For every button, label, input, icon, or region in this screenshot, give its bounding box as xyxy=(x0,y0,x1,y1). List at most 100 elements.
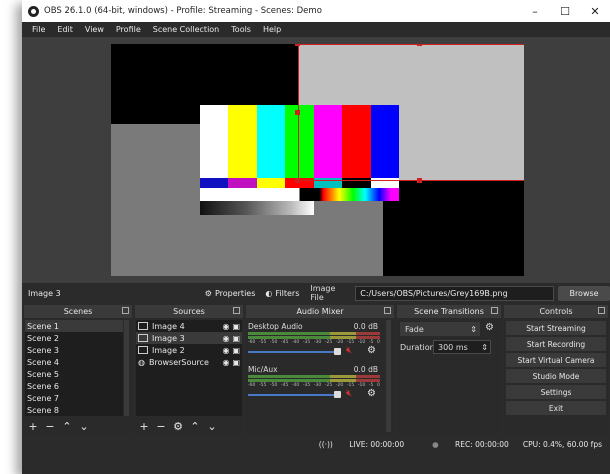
settings-button[interactable]: Settings xyxy=(506,385,606,399)
remove-icon[interactable]: − xyxy=(43,420,57,433)
eye-icon[interactable]: ◉ xyxy=(222,334,229,343)
start-recording-button[interactable]: Start Recording xyxy=(506,337,606,351)
menu-scene-collection[interactable]: Scene Collection xyxy=(147,25,226,34)
resize-handle-bl[interactable] xyxy=(295,178,300,183)
list-item[interactable]: Scene 1 xyxy=(25,320,123,332)
menu-tools[interactable]: Tools xyxy=(225,25,257,34)
transitions-header: Scene Transitions xyxy=(397,305,501,318)
eye-icon[interactable]: ◉ xyxy=(222,358,229,367)
mixer-title: Audio Mixer xyxy=(296,307,344,316)
obs-window: OBS 26.1.0 (64-bit, windows) - Profile: … xyxy=(22,0,610,474)
volume-slider-handle[interactable] xyxy=(334,391,341,398)
properties-label: Properties xyxy=(214,288,256,298)
mixer-scrollbar[interactable] xyxy=(386,320,391,432)
list-item[interactable]: Scene 7 xyxy=(25,392,123,404)
list-item[interactable]: Scene 8 xyxy=(25,404,123,416)
eye-icon[interactable]: ◉ xyxy=(222,322,229,331)
list-item[interactable]: ◍ BrowserSource ◉ ▣ xyxy=(136,356,242,368)
add-icon[interactable]: + xyxy=(137,420,151,433)
float-icon[interactable] xyxy=(491,307,498,314)
move-down-icon[interactable]: ⌄ xyxy=(77,420,91,433)
list-item[interactable]: Image 3 ◉ ▣ xyxy=(136,332,242,344)
channel-mic-aux: Mic/Aux 0.0 dB -60 -55 -50 -45 -40 -35 -30 -25-… xyxy=(246,363,384,413)
menu-bar: File Edit View Profile Scene Collection … xyxy=(22,22,610,37)
studio-mode-button[interactable]: Studio Mode xyxy=(506,369,606,383)
menu-help[interactable]: Help xyxy=(257,25,287,34)
filters-button[interactable]: ◐ Filters xyxy=(260,286,304,301)
channel-name: Desktop Audio xyxy=(248,322,303,331)
exit-button[interactable]: Exit xyxy=(506,401,606,415)
list-item[interactable]: Scene 5 xyxy=(25,368,123,380)
lock-icon[interactable]: ▣ xyxy=(232,334,240,343)
preview-canvas[interactable] xyxy=(111,44,524,276)
resize-handle-l[interactable] xyxy=(295,110,300,115)
gear-icon[interactable]: ⚙ xyxy=(485,322,494,333)
remove-icon[interactable]: − xyxy=(154,420,168,433)
eye-icon[interactable]: ◉ xyxy=(222,346,229,355)
channel-name: Mic/Aux xyxy=(248,365,278,374)
menu-file[interactable]: File xyxy=(26,25,51,34)
resize-handle-tl[interactable] xyxy=(295,44,300,46)
lock-icon[interactable]: ▣ xyxy=(232,322,240,331)
lock-icon[interactable]: ▣ xyxy=(232,346,240,355)
gear-icon[interactable]: ⚙ xyxy=(367,388,376,399)
menu-edit[interactable]: Edit xyxy=(51,25,79,34)
sources-header: Sources xyxy=(135,305,243,318)
properties-button[interactable]: ⚙ Properties xyxy=(200,286,261,301)
start-streaming-button[interactable]: Start Streaming xyxy=(506,321,606,335)
globe-icon: ◍ xyxy=(138,357,145,367)
window-title: OBS 26.1.0 (64-bit, windows) - Profile: … xyxy=(44,6,322,16)
speaker-muted-icon[interactable]: 🔇︎ xyxy=(346,345,352,356)
float-icon[interactable] xyxy=(598,307,605,314)
transitions-title: Scene Transitions xyxy=(414,307,484,316)
selection-box[interactable] xyxy=(298,44,524,181)
move-up-icon[interactable]: ⌃ xyxy=(60,420,74,433)
move-up-icon[interactable]: ⌃ xyxy=(188,420,202,433)
spin-icon: ⇕ xyxy=(470,324,477,334)
list-item[interactable]: Image 4 ◉ ▣ xyxy=(136,320,242,332)
preview-area[interactable] xyxy=(22,37,610,283)
list-item[interactable]: Scene 2 xyxy=(25,332,123,344)
title-bar: OBS 26.1.0 (64-bit, windows) - Profile: … xyxy=(22,0,610,22)
minimize-button[interactable]: – xyxy=(520,0,550,22)
spin-icon[interactable]: ⇕ xyxy=(481,343,488,352)
sources-list: Image 4 ◉ ▣ Image 3 ◉ ▣ Image 2 ◉ ▣ ◍ BrowserSo… xyxy=(136,320,242,416)
source-toolbar: Image 3 ⚙ Properties ◐ Filters Image File … xyxy=(22,284,610,302)
live-indicator: ((·)) LIVE: 00:00:00 xyxy=(305,440,404,449)
volume-meter xyxy=(248,332,380,335)
maximize-button[interactable]: ☐ xyxy=(550,0,580,22)
sources-dock: Sources Image 4 ◉ ▣ Image 3 ◉ ▣ Image 2 ◉ ▣ ◍ B… xyxy=(135,305,243,435)
list-item[interactable]: Scene 4 xyxy=(25,356,123,368)
volume-slider[interactable] xyxy=(248,394,338,396)
list-item[interactable]: Image 2 ◉ ▣ xyxy=(136,344,242,356)
scenes-header: Scenes xyxy=(24,305,132,318)
browse-button[interactable]: Browse xyxy=(558,285,610,301)
list-item[interactable]: Scene 3 xyxy=(25,344,123,356)
move-down-icon[interactable]: ⌄ xyxy=(205,420,219,433)
gear-icon[interactable]: ⚙ xyxy=(171,420,185,433)
rec-time: REC: 00:00:00 xyxy=(455,440,509,449)
scenes-toolbar: + − ⌃ ⌄ xyxy=(26,418,94,435)
duration-stepper[interactable]: 300 ms ⇕ xyxy=(433,340,491,354)
volume-slider[interactable] xyxy=(248,351,338,353)
resize-handle-b[interactable] xyxy=(417,178,422,183)
float-icon[interactable] xyxy=(233,307,240,314)
add-icon[interactable]: + xyxy=(26,420,40,433)
scenes-scrollbar[interactable] xyxy=(124,320,129,416)
menu-view[interactable]: View xyxy=(79,25,110,34)
float-icon[interactable] xyxy=(122,307,129,314)
gear-icon[interactable]: ⚙ xyxy=(367,345,376,356)
lock-icon[interactable]: ▣ xyxy=(232,358,240,367)
volume-slider-handle[interactable] xyxy=(334,348,341,355)
resize-handle-t[interactable] xyxy=(417,44,422,46)
speaker-muted-icon[interactable]: 🔇︎ xyxy=(346,388,352,399)
audio-mixer-dock: Audio Mixer Desktop Audio 0.0 dB -60 -55-… xyxy=(246,305,394,435)
image-file-label: Image File xyxy=(310,284,336,302)
list-item[interactable]: Scene 6 xyxy=(25,380,123,392)
close-button[interactable]: ✕ xyxy=(580,0,610,22)
transition-select[interactable]: Fade ⇕ xyxy=(400,322,480,336)
start-virtual-camera-button[interactable]: Start Virtual Camera xyxy=(506,353,606,367)
float-icon[interactable] xyxy=(384,307,391,314)
menu-profile[interactable]: Profile xyxy=(110,25,147,34)
image-path-field[interactable]: C:/Users/OBS/Pictures/Grey169B.png xyxy=(355,285,555,301)
